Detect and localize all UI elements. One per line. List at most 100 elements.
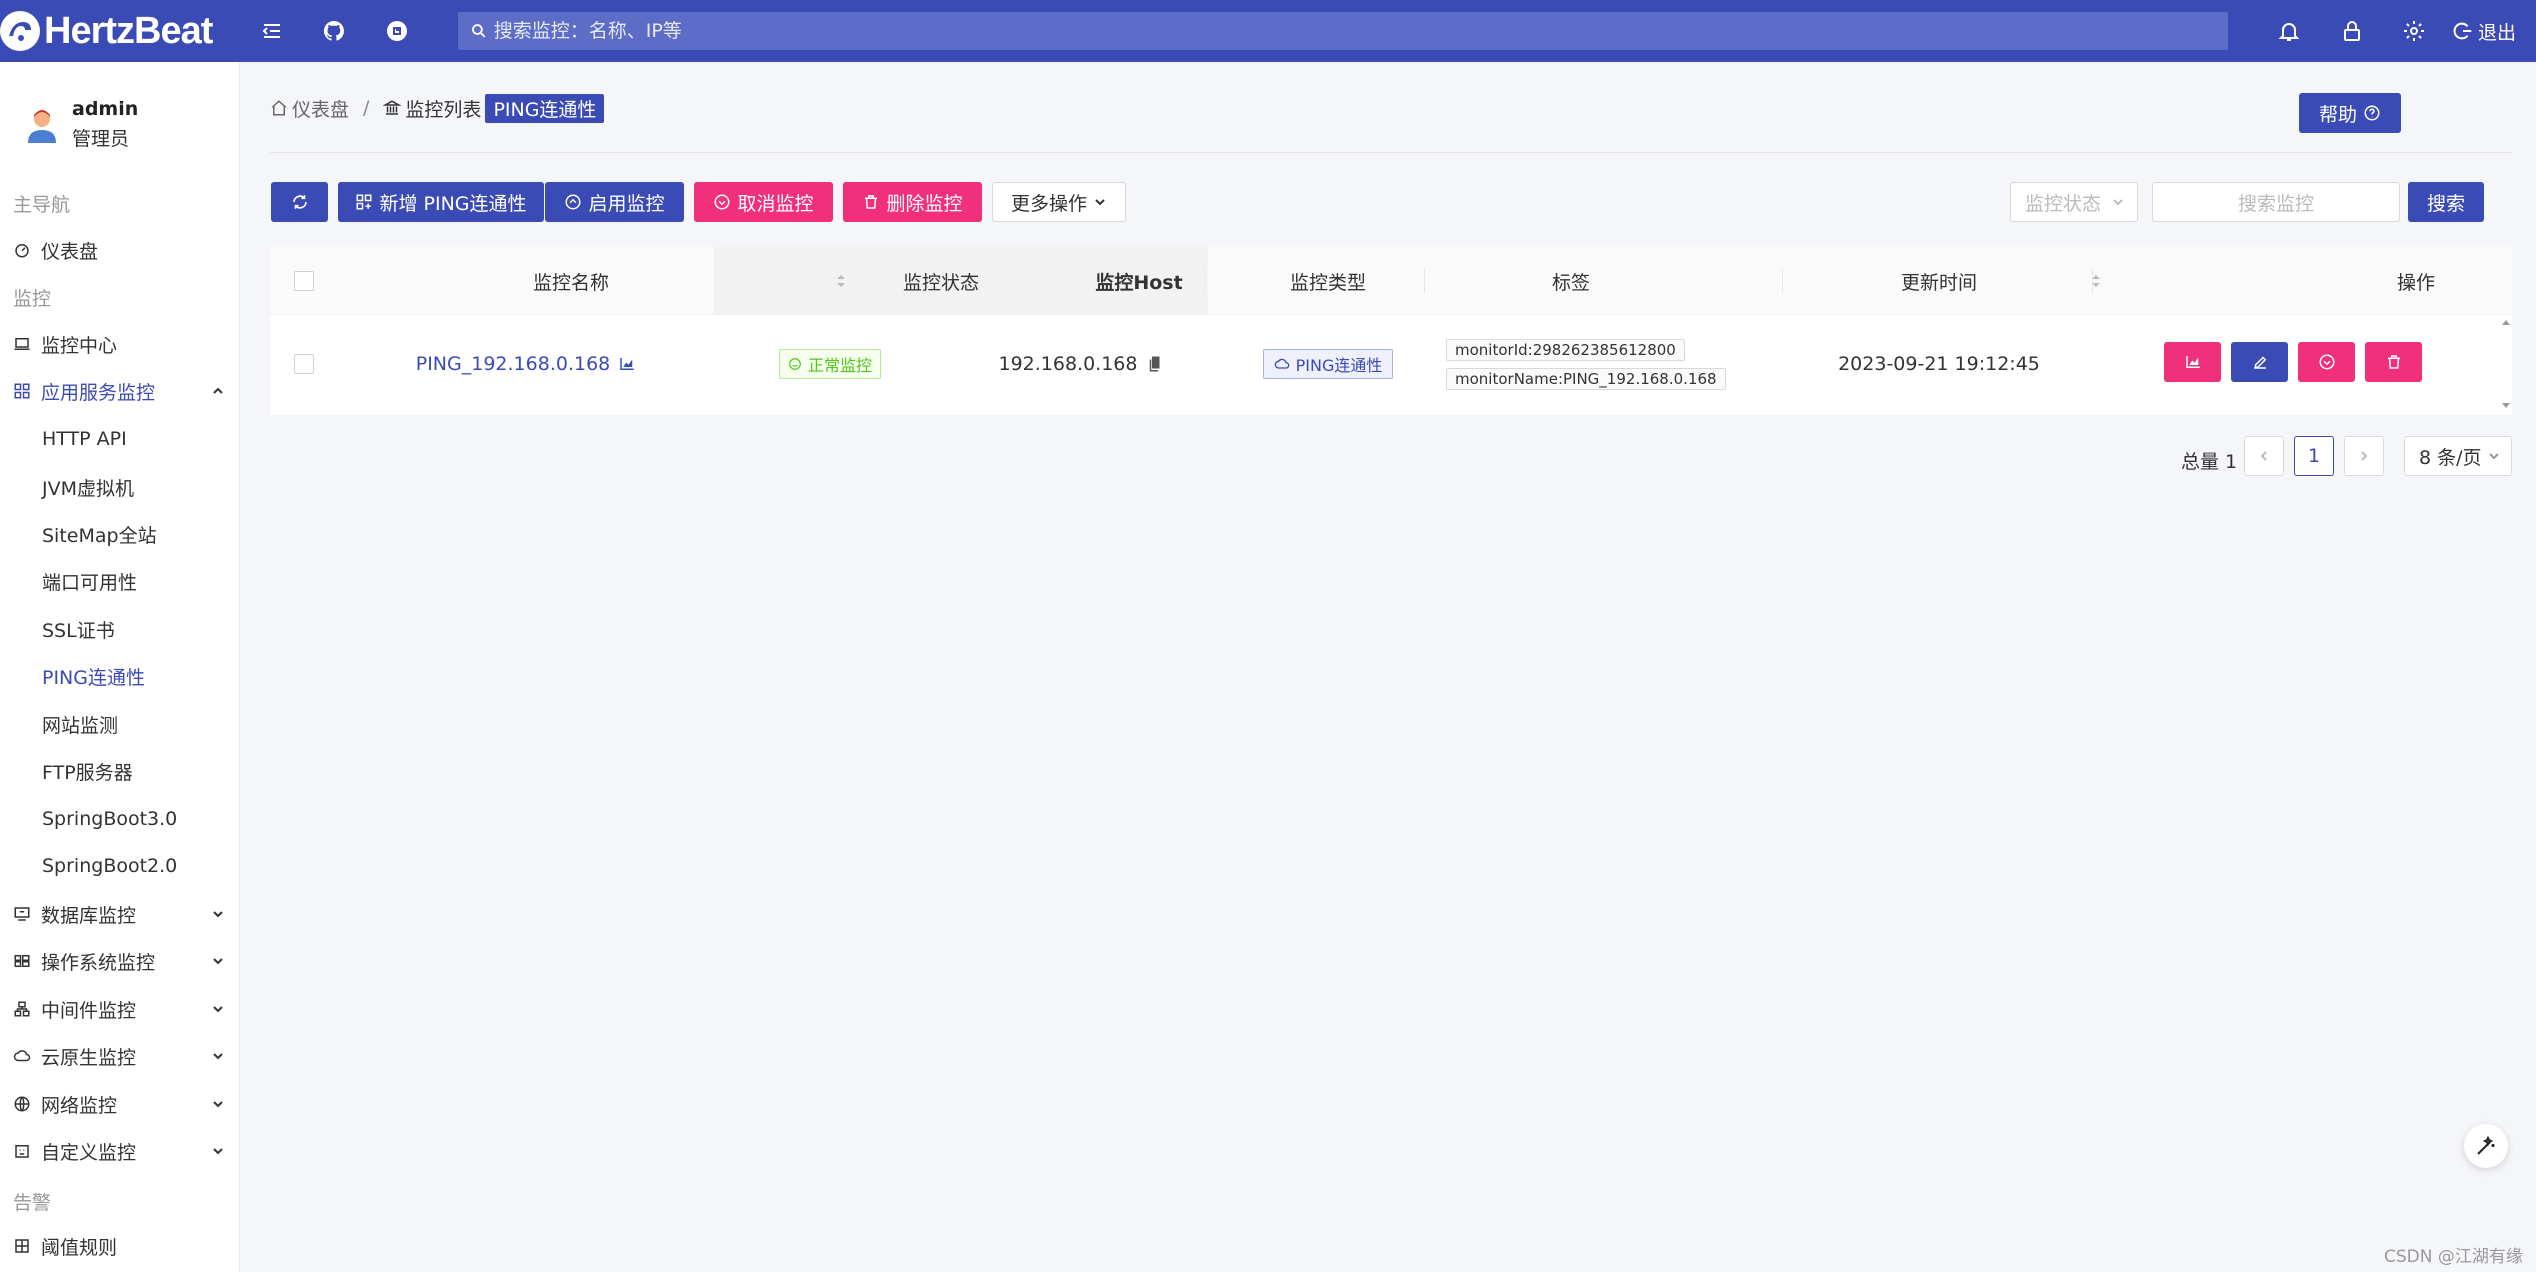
down-circle-icon bbox=[714, 194, 730, 210]
sidebar-subitem-website[interactable]: 网站监测 bbox=[42, 708, 118, 740]
chevron-up-icon bbox=[213, 387, 223, 394]
column-separator bbox=[1204, 269, 1205, 293]
edit-button[interactable] bbox=[2231, 342, 2288, 382]
sidebar-item-app-service[interactable]: 应用服务监控 bbox=[13, 375, 225, 407]
delete-monitor-button[interactable]: 删除监控 bbox=[843, 182, 982, 222]
github-icon[interactable] bbox=[318, 15, 350, 47]
sidebar-item-threshold[interactable]: 阈值规则 bbox=[13, 1230, 225, 1262]
delete-icon bbox=[865, 195, 878, 209]
page-size-select[interactable]: 8 条/页 bbox=[2404, 436, 2512, 476]
column-header-name[interactable]: 监控名称 bbox=[390, 247, 752, 315]
cancel-monitor-row-button[interactable] bbox=[2298, 342, 2355, 382]
type-badge: PING连通性 bbox=[1262, 349, 1394, 379]
chevron-down-icon bbox=[213, 1053, 223, 1060]
nav-group-monitor: 监控 bbox=[13, 288, 52, 310]
sidebar-item-os[interactable]: 操作系统监控 bbox=[13, 945, 225, 977]
cancel-monitor-label: 取消监控 bbox=[737, 192, 814, 215]
table-scrollbar[interactable] bbox=[2500, 315, 2512, 413]
copy-icon[interactable] bbox=[1146, 355, 1164, 373]
user-name: admin bbox=[72, 98, 139, 120]
menu-fold-icon[interactable] bbox=[256, 15, 288, 47]
delete-row-button[interactable] bbox=[2365, 342, 2422, 382]
global-search[interactable] bbox=[458, 12, 2228, 50]
select-all-checkbox[interactable] bbox=[294, 271, 314, 291]
cancel-monitor-button[interactable]: 取消监控 bbox=[694, 182, 833, 222]
add-monitor-button[interactable]: 新增 PING连通性 bbox=[338, 182, 544, 222]
logout-button[interactable]: 退出 bbox=[2452, 15, 2516, 47]
chevron-down-icon bbox=[1095, 199, 1105, 206]
top-header: HertzBeat 退出 bbox=[0, 0, 2536, 62]
cluster-icon bbox=[13, 999, 33, 1019]
search-monitor-placeholder: 搜索监控 bbox=[2237, 192, 2314, 215]
status-filter-select[interactable]: 监控状态 bbox=[2010, 182, 2138, 222]
sidebar-subitem-port[interactable]: 端口可用性 bbox=[42, 565, 137, 597]
search-monitor-input[interactable]: 搜索监控 bbox=[2152, 182, 2400, 222]
dashboard-icon bbox=[13, 240, 33, 260]
pagination-prev-button[interactable] bbox=[2244, 436, 2284, 476]
tag-monitor-id: monitorId:298262385612800 bbox=[1446, 339, 1685, 361]
view-chart-button[interactable] bbox=[2164, 342, 2221, 382]
user-card[interactable]: admin 管理员 bbox=[22, 98, 138, 151]
breadcrumb-separator: / bbox=[363, 97, 370, 119]
more-actions-dropdown[interactable]: 更多操作 bbox=[992, 182, 1126, 222]
sidebar-subitem-http-api[interactable]: HTTP API bbox=[42, 423, 127, 455]
cloud-icon bbox=[13, 1046, 33, 1066]
sidebar-subitem-ftp[interactable]: FTP服务器 bbox=[42, 755, 133, 787]
breadcrumb-home[interactable]: 仪表盘 bbox=[292, 95, 349, 122]
row-checkbox[interactable] bbox=[294, 354, 314, 374]
global-search-input[interactable] bbox=[493, 20, 2228, 42]
appstore-icon bbox=[13, 381, 33, 401]
search-button[interactable]: 搜索 bbox=[2408, 182, 2484, 222]
laptop-icon bbox=[13, 334, 33, 354]
chevron-down-icon bbox=[2489, 453, 2499, 460]
gitee-icon[interactable] bbox=[381, 15, 413, 47]
column-separator bbox=[1424, 269, 1425, 293]
column-header-updated[interactable]: 更新时间 bbox=[1782, 247, 2100, 315]
more-actions-label: 更多操作 bbox=[1010, 192, 1087, 215]
sync-icon bbox=[292, 195, 307, 209]
add-monitor-label: 新增 PING连通性 bbox=[379, 192, 527, 215]
appstore-add-icon bbox=[356, 194, 372, 210]
breadcrumb-current-tag: PING连通性 bbox=[485, 93, 605, 123]
bell-icon[interactable] bbox=[2273, 15, 2305, 47]
calculator-icon bbox=[13, 1236, 33, 1256]
status-filter-placeholder: 监控状态 bbox=[2025, 192, 2102, 215]
table-row[interactable]: PING_192.168.0.168 正常监控 192.168.0.168 PI… bbox=[270, 315, 2512, 413]
sidebar-subitem-springboot3[interactable]: SpringBoot3.0 bbox=[42, 803, 177, 835]
sidebar-subitem-springboot2[interactable]: SpringBoot2.0 bbox=[42, 850, 177, 882]
logo-text: HertzBeat bbox=[44, 9, 213, 52]
refresh-button[interactable] bbox=[271, 182, 328, 222]
column-header-type: 监控类型 bbox=[1289, 271, 1366, 294]
column-label: 监控名称 bbox=[532, 271, 609, 294]
monitor-name-cell[interactable]: PING_192.168.0.168 bbox=[390, 315, 662, 413]
sidebar-item-label: 仪表盘 bbox=[41, 240, 99, 263]
smile-icon bbox=[789, 358, 801, 370]
user-role: 管理员 bbox=[72, 128, 130, 150]
area-chart-icon[interactable] bbox=[618, 355, 636, 373]
sidebar-item-middleware[interactable]: 中间件监控 bbox=[13, 993, 225, 1025]
sidebar-item-label: 自定义监控 bbox=[41, 1141, 137, 1164]
sidebar-item-cloud-native[interactable]: 云原生监控 bbox=[13, 1040, 225, 1072]
hertzbeat-logo-icon bbox=[0, 11, 40, 51]
sidebar-subitem-jvm[interactable]: JVM虚拟机 bbox=[42, 471, 134, 503]
lock-icon[interactable] bbox=[2336, 15, 2368, 47]
sidebar-item-network[interactable]: 网络监控 bbox=[13, 1088, 225, 1120]
header-divider bbox=[270, 152, 2512, 153]
monitor-name-link[interactable]: PING_192.168.0.168 bbox=[416, 353, 611, 375]
sidebar-subitem-ping[interactable]: PING连通性 bbox=[42, 660, 145, 692]
sidebar-subitem-ssl[interactable]: SSL证书 bbox=[42, 613, 115, 645]
sidebar-item-database[interactable]: 数据库监控 bbox=[13, 898, 225, 930]
globe-icon bbox=[13, 1094, 33, 1114]
gear-icon[interactable] bbox=[2398, 15, 2430, 47]
help-button[interactable]: 帮助 bbox=[2299, 93, 2401, 133]
pagination-next-button[interactable] bbox=[2344, 436, 2384, 476]
sidebar-item-monitor-center[interactable]: 监控中心 bbox=[13, 328, 225, 360]
theme-setting-button[interactable] bbox=[2464, 1124, 2508, 1168]
sidebar-subitem-sitemap[interactable]: SiteMap全站 bbox=[42, 518, 157, 550]
pagination-page-1[interactable]: 1 bbox=[2294, 436, 2334, 476]
enable-monitor-button[interactable]: 启用监控 bbox=[545, 182, 684, 222]
sidebar-item-custom[interactable]: 自定义监控 bbox=[13, 1135, 225, 1167]
column-header-actions: 操作 bbox=[2396, 271, 2435, 294]
sidebar-item-dashboard[interactable]: 仪表盘 bbox=[13, 234, 225, 266]
logo[interactable]: HertzBeat bbox=[0, 6, 213, 56]
